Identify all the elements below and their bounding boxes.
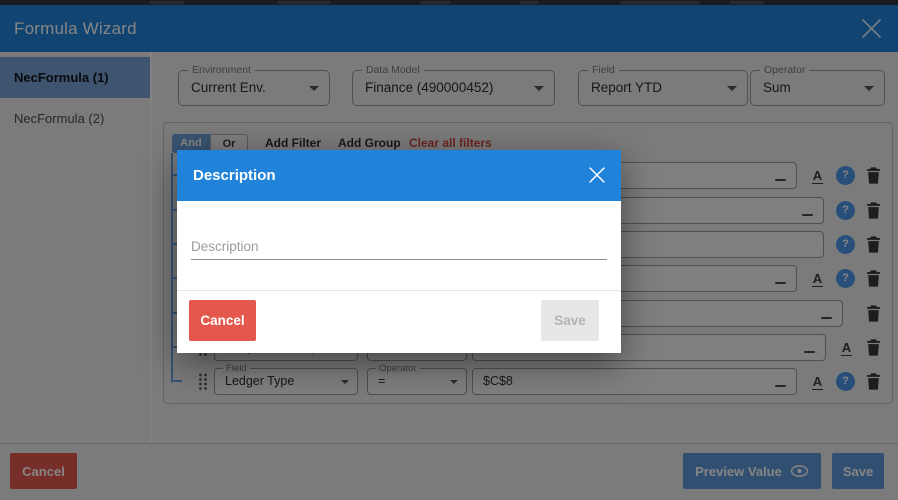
description-modal-title: Description	[193, 150, 276, 201]
modal-save-button[interactable]: Save	[541, 300, 599, 341]
modal-divider	[177, 290, 621, 291]
description-input[interactable]	[191, 234, 607, 260]
description-modal-header: Description	[177, 150, 621, 201]
description-modal: Description Cancel Save	[177, 150, 621, 353]
close-icon[interactable]	[586, 164, 608, 186]
modal-cancel-button[interactable]: Cancel	[189, 300, 256, 341]
screen: Formula Wizard NecFormula (1)NecFormula …	[0, 0, 898, 500]
